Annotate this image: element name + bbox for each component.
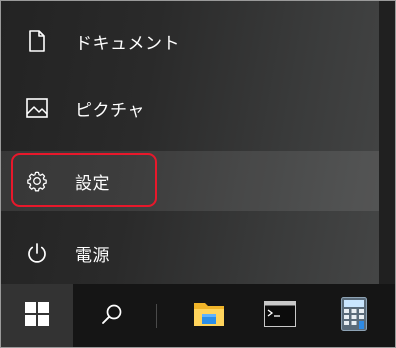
- picture-icon: [25, 96, 49, 120]
- document-icon: [25, 29, 49, 53]
- start-menu-item-documents[interactable]: ドキュメント: [1, 11, 379, 71]
- start-menu-item-label: ドキュメント: [75, 33, 180, 54]
- search-button[interactable]: [81, 284, 143, 347]
- file-explorer-button[interactable]: [178, 284, 240, 347]
- calculator-button[interactable]: [323, 284, 385, 347]
- start-menu-item-label: ピクチャ: [75, 100, 145, 121]
- start-menu-item-power[interactable]: 電源: [1, 223, 379, 283]
- settings-highlight-box: [11, 153, 157, 207]
- command-prompt-button[interactable]: [249, 284, 311, 347]
- file-explorer-icon: [193, 300, 225, 332]
- start-button[interactable]: [1, 284, 73, 347]
- start-menu-right-pane: [379, 1, 395, 284]
- calculator-icon: [341, 296, 367, 335]
- search-icon: [101, 303, 123, 329]
- screenshot-frame: ドキュメント ピクチャ 設定 電源: [0, 0, 396, 348]
- taskbar: [1, 284, 395, 347]
- power-icon: [25, 241, 49, 265]
- start-menu-left-pane: ドキュメント ピクチャ 設定 電源: [1, 1, 379, 284]
- windows-logo-icon: [25, 301, 49, 330]
- command-prompt-icon: [264, 300, 296, 331]
- start-menu-item-label: 電源: [75, 245, 110, 266]
- start-menu-item-pictures[interactable]: ピクチャ: [1, 78, 379, 138]
- taskbar-separator: [156, 304, 157, 328]
